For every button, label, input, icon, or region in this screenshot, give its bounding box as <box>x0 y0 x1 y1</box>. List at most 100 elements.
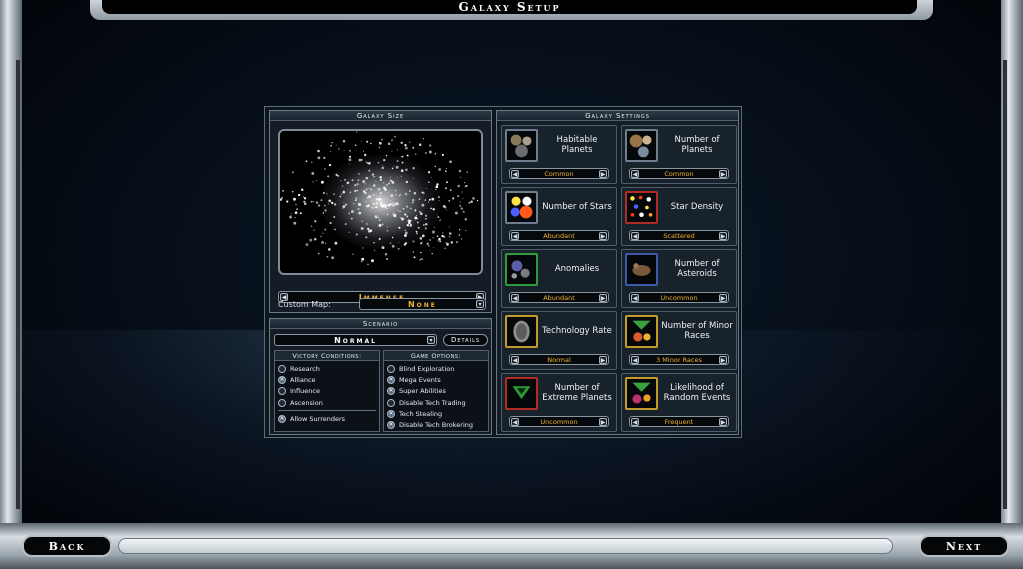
star-dot <box>400 194 401 196</box>
star-dot <box>452 197 455 200</box>
checked-box-icon[interactable] <box>278 375 286 384</box>
next-arrow-icon[interactable]: ▶ <box>719 356 727 364</box>
prev-arrow-icon[interactable]: ◀ <box>511 294 519 302</box>
checkbox-option[interactable]: Mega Events <box>387 374 485 385</box>
star-dot <box>400 156 402 158</box>
next-arrow-icon[interactable]: ▶ <box>719 232 727 240</box>
prev-arrow-icon[interactable]: ◀ <box>511 418 519 426</box>
star-dot <box>354 199 357 202</box>
checked-box-icon[interactable] <box>387 387 395 396</box>
checkbox-option[interactable]: Disable Tech Trading <box>387 397 485 408</box>
star-dot <box>386 207 388 210</box>
star-dot <box>464 218 467 221</box>
star-dot <box>423 224 425 226</box>
star-dot <box>396 149 398 151</box>
star-dot <box>428 201 430 203</box>
star-dot <box>444 247 446 250</box>
star-dot <box>429 239 431 241</box>
star-dot <box>401 161 404 164</box>
star-dot <box>367 227 370 231</box>
setting-selector[interactable]: ◀ Uncommon ▶ <box>629 292 729 303</box>
prev-arrow-icon[interactable]: ◀ <box>631 356 639 364</box>
checkbox-option[interactable]: Super Abilities <box>387 386 485 397</box>
victory-conditions-list: Research Alliance Influence Ascension Allow … <box>275 361 379 424</box>
next-arrow-icon[interactable]: ▶ <box>719 418 727 426</box>
star-dot <box>367 162 369 164</box>
setting-selector[interactable]: ◀ Common ▶ <box>509 168 609 179</box>
star-dot <box>358 158 362 162</box>
prev-arrow-icon[interactable]: ◀ <box>511 232 519 240</box>
star-dot <box>339 195 342 198</box>
unchecked-box-icon[interactable] <box>278 398 286 407</box>
scenario-selector[interactable]: Normal ▾ <box>274 334 437 346</box>
back-button[interactable]: Back <box>22 535 112 557</box>
next-arrow-icon[interactable]: ▶ <box>599 356 607 364</box>
checked-box-icon[interactable] <box>387 375 395 384</box>
checkbox-option[interactable]: Research <box>278 363 376 374</box>
star-dot <box>400 141 403 144</box>
next-arrow-icon[interactable]: ▶ <box>599 294 607 302</box>
checked-box-icon[interactable] <box>278 414 286 423</box>
dropdown-arrow-icon[interactable]: ▾ <box>476 300 484 308</box>
checkbox-option[interactable]: Allow Surrenders <box>278 413 376 424</box>
next-button[interactable]: Next <box>919 535 1009 557</box>
custom-map-selector[interactable]: None ▾ <box>358 298 486 310</box>
star-dot <box>375 206 378 209</box>
next-arrow-icon[interactable]: ▶ <box>599 418 607 426</box>
star-dot <box>411 198 415 202</box>
galaxy-star-field <box>280 131 479 266</box>
custom-map-value: None <box>407 299 437 309</box>
setting-selector[interactable]: ◀ Abundant ▶ <box>509 292 609 303</box>
checkbox-option[interactable]: Disable Tech Brokering <box>387 419 485 430</box>
setting-selector[interactable]: ◀ Common ▶ <box>629 168 729 179</box>
galaxy-settings-heading: Galaxy Settings <box>497 111 738 121</box>
star-dot <box>310 200 313 203</box>
dropdown-arrow-icon[interactable]: ▾ <box>427 336 435 344</box>
unchecked-box-icon[interactable] <box>278 364 286 373</box>
star-dot <box>409 141 411 143</box>
checked-box-icon[interactable] <box>387 421 395 430</box>
details-button[interactable]: Details <box>443 334 488 346</box>
setting-selector[interactable]: ◀ Frequent ▶ <box>629 416 729 427</box>
star-dot <box>383 182 385 184</box>
star-dot <box>375 202 378 205</box>
unchecked-box-icon[interactable] <box>278 387 286 396</box>
next-arrow-icon[interactable]: ▶ <box>719 170 727 178</box>
number-of-stars-icon <box>505 191 538 224</box>
checkbox-option[interactable]: Ascension <box>278 397 376 408</box>
star-dot <box>414 216 418 220</box>
checkbox-option[interactable]: Tech Stealing <box>387 408 485 419</box>
star-dot <box>349 191 352 194</box>
checkbox-option[interactable]: Blind Exploration <box>387 363 485 374</box>
prev-arrow-icon[interactable]: ◀ <box>631 170 639 178</box>
setting-selector[interactable]: ◀ 3 Minor Races ▶ <box>629 354 729 365</box>
next-arrow-icon[interactable]: ▶ <box>599 170 607 178</box>
star-dot <box>361 261 363 263</box>
star-dot <box>432 208 435 211</box>
star-dot <box>346 181 350 185</box>
setting-selector[interactable]: ◀ Uncommon ▶ <box>509 416 609 427</box>
star-dot <box>367 263 369 266</box>
setting-selector[interactable]: ◀ Abundant ▶ <box>509 230 609 241</box>
star-dot <box>349 155 351 158</box>
checkbox-option[interactable]: Alliance <box>278 374 376 385</box>
setting-selector[interactable]: ◀ Scattered ▶ <box>629 230 729 241</box>
checked-box-icon[interactable] <box>387 409 395 418</box>
next-arrow-icon[interactable]: ▶ <box>719 294 727 302</box>
prev-arrow-icon[interactable]: ◀ <box>511 170 519 178</box>
setting-selector[interactable]: ◀ Normal ▶ <box>509 354 609 365</box>
star-dot <box>404 234 407 237</box>
unchecked-box-icon[interactable] <box>387 364 395 373</box>
next-arrow-icon[interactable]: ▶ <box>599 232 607 240</box>
prev-arrow-icon[interactable]: ◀ <box>631 418 639 426</box>
option-label: Disable Tech Brokering <box>399 421 474 430</box>
star-dot <box>280 198 283 201</box>
prev-arrow-icon[interactable]: ◀ <box>631 232 639 240</box>
prev-arrow-icon[interactable]: ◀ <box>631 294 639 302</box>
unchecked-box-icon[interactable] <box>387 398 395 407</box>
checkbox-option[interactable]: Influence <box>278 386 376 397</box>
star-dot <box>424 199 426 201</box>
star-dot <box>410 207 412 210</box>
star-dot <box>425 188 427 189</box>
prev-arrow-icon[interactable]: ◀ <box>511 356 519 364</box>
